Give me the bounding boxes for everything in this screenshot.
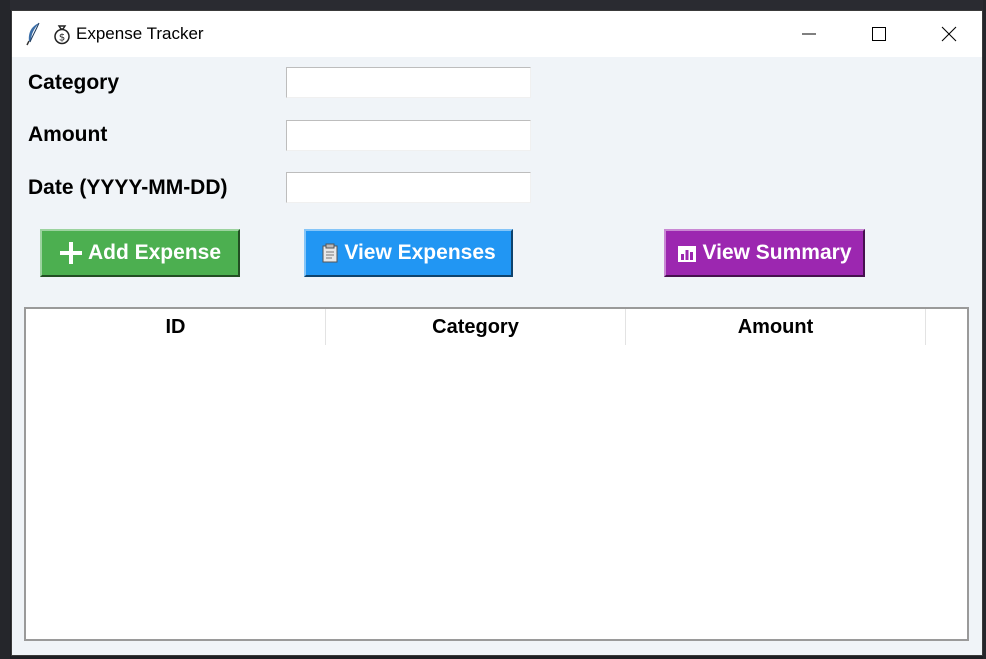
background-left-edge <box>0 0 10 659</box>
column-header-filler <box>926 309 967 345</box>
add-expense-button[interactable]: Add Expense <box>40 229 240 277</box>
minimize-button[interactable] <box>786 11 832 57</box>
amount-input[interactable] <box>286 120 531 151</box>
date-input[interactable] <box>286 172 531 203</box>
column-header-amount[interactable]: Amount <box>626 309 926 345</box>
title-bar[interactable]: $ Expense Tracker <box>12 11 982 57</box>
view-summary-button[interactable]: View Summary <box>664 229 865 277</box>
amount-label: Amount <box>28 123 108 146</box>
table-body[interactable] <box>26 345 967 639</box>
money-bag-icon: $ <box>51 23 73 45</box>
feather-icon <box>24 22 44 46</box>
maximize-icon <box>872 27 886 41</box>
view-summary-label: View Summary <box>702 241 852 264</box>
close-icon <box>941 26 957 42</box>
bar-chart-icon <box>677 243 697 263</box>
maximize-button[interactable] <box>856 11 902 57</box>
column-header-category[interactable]: Category <box>326 309 626 345</box>
background-strip <box>0 0 986 10</box>
date-label: Date (YYYY-MM-DD) <box>28 176 228 199</box>
window-title: Expense Tracker <box>76 24 204 43</box>
category-input[interactable] <box>286 67 531 98</box>
clipboard-icon <box>321 243 339 263</box>
svg-text:$: $ <box>59 33 65 44</box>
category-label: Category <box>28 71 120 94</box>
app-window: $ Expense Tracker Category Amount Date (… <box>11 10 983 656</box>
view-expenses-label: View Expenses <box>344 241 496 264</box>
view-expenses-button[interactable]: View Expenses <box>304 229 513 277</box>
minimize-icon <box>802 33 816 35</box>
close-button[interactable] <box>926 11 972 57</box>
expenses-table[interactable]: ID Category Amount <box>24 307 969 641</box>
column-header-id[interactable]: ID <box>26 309 326 345</box>
add-expense-label: Add Expense <box>87 241 222 264</box>
plus-icon <box>59 241 83 265</box>
table-header: ID Category Amount <box>26 309 967 345</box>
